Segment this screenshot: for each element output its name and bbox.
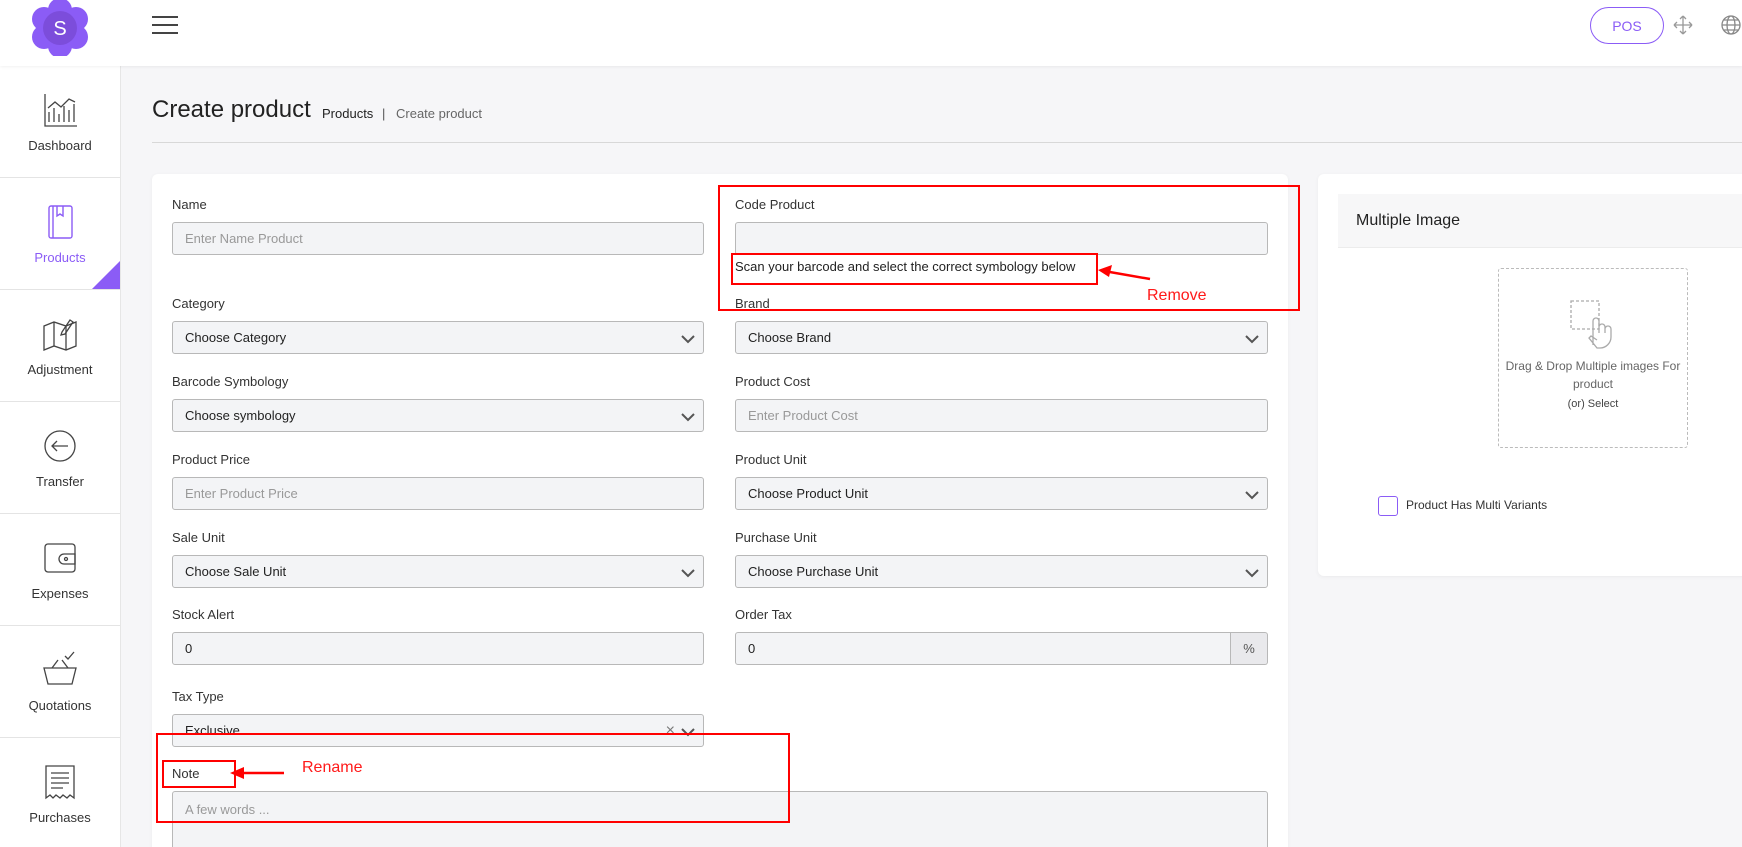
sidebar-item-label: Transfer (36, 474, 84, 489)
sidebar-item-label: Expenses (31, 586, 89, 601)
language-globe-icon[interactable] (1720, 14, 1742, 36)
sidebar-item-label: Quotations (28, 698, 92, 713)
multiple-image-title: Multiple Image (1338, 194, 1742, 248)
brand-logo[interactable]: S (32, 0, 88, 56)
product-unit-value: Choose Product Unit (748, 486, 868, 501)
purchase-unit-value: Choose Purchase Unit (748, 564, 879, 579)
image-dropzone[interactable]: Drag & Drop Multiple images For product … (1498, 268, 1688, 448)
multi-variants-label: Product Has Multi Variants (1406, 498, 1548, 512)
sidebar-item-label: Products (34, 250, 86, 265)
logo-letter: S (53, 18, 66, 40)
category-label: Category (172, 296, 225, 311)
brand-select-value: Choose Brand (748, 330, 832, 345)
note-label-annotation-box (162, 760, 236, 788)
menu-toggle-icon[interactable] (152, 16, 178, 36)
sidebar-item-dashboard[interactable]: Dashboard (0, 66, 120, 178)
purchase-unit-label: Purchase Unit (735, 530, 817, 545)
pos-button[interactable]: POS (1590, 7, 1664, 44)
stock-alert-label: Stock Alert (172, 607, 235, 622)
remove-arrow-icon (1098, 265, 1151, 281)
name-label: Name (172, 197, 207, 212)
multiple-image-card: Multiple Image Drag & Drop Multiple imag… (1318, 174, 1742, 576)
map-edit-icon (43, 319, 77, 351)
product-price-input[interactable]: Enter Product Price (172, 477, 704, 510)
remove-annotation-label: Remove (1147, 287, 1207, 304)
arrow-left-circle-icon (44, 430, 76, 462)
rename-annotation-label: Rename (302, 759, 363, 776)
sidebar-item-quotations[interactable]: Quotations (0, 626, 120, 738)
basket-icon (43, 651, 77, 685)
header-divider (152, 142, 1742, 143)
sidebar-item-products[interactable]: Products (0, 178, 120, 290)
product-unit-label: Product Unit (735, 452, 807, 467)
dropzone-text: Drag & Drop Multiple images For product (1505, 359, 1681, 391)
chevron-down-icon (1245, 335, 1259, 344)
category-select[interactable]: Choose Category (172, 321, 704, 354)
brand-select[interactable]: Choose Brand (735, 321, 1268, 354)
product-price-label: Product Price (172, 452, 251, 467)
rename-arrow-icon (230, 767, 284, 779)
chevron-down-icon (1245, 491, 1259, 500)
multi-variants-checkbox[interactable] (1378, 496, 1398, 516)
product-unit-select[interactable]: Choose Product Unit (735, 477, 1268, 510)
chevron-down-icon (681, 335, 695, 344)
breadcrumb-current: Create product (396, 106, 482, 121)
sale-unit-select[interactable]: Choose Sale Unit (172, 555, 704, 588)
active-indicator (92, 261, 120, 289)
percent-addon: % (1231, 632, 1268, 665)
fullscreen-icon[interactable] (1672, 14, 1694, 36)
chevron-down-icon (681, 569, 695, 578)
stock-alert-input[interactable]: 0 (172, 632, 704, 665)
top-bar: S POS (0, 0, 1742, 66)
name-input[interactable]: Enter Name Product (172, 222, 704, 255)
category-select-value: Choose Category (185, 330, 287, 345)
chart-icon (44, 94, 77, 127)
sidebar-item-adjustment[interactable]: Adjustment (0, 290, 120, 402)
chevron-down-icon (681, 413, 695, 422)
page-title: Create product (152, 96, 311, 123)
remove-annotation-box (718, 185, 1300, 311)
sidebar-item-purchases[interactable]: Purchases (0, 738, 120, 847)
barcode-symbology-select[interactable]: Choose symbology (172, 399, 704, 432)
product-cost-label: Product Cost (735, 374, 811, 389)
sidebar-item-transfer[interactable]: Transfer (0, 402, 120, 514)
sidebar: Dashboard Products Adjustment Transfer E… (0, 66, 121, 847)
sale-unit-value: Choose Sale Unit (185, 564, 287, 579)
book-icon (48, 205, 73, 239)
tax-type-label: Tax Type (172, 689, 224, 704)
barcode-symbology-value: Choose symbology (185, 408, 296, 423)
sidebar-item-label: Adjustment (27, 362, 93, 377)
order-tax-label: Order Tax (735, 607, 792, 622)
receipt-icon (45, 765, 75, 800)
wallet-icon (44, 543, 76, 573)
order-tax-input[interactable]: 0 (735, 632, 1231, 665)
purchase-unit-select[interactable]: Choose Purchase Unit (735, 555, 1268, 588)
barcode-symbology-label: Barcode Symbology (172, 374, 289, 389)
breadcrumb-parent-link[interactable]: Products (322, 106, 373, 121)
sidebar-item-label: Purchases (29, 810, 91, 825)
breadcrumb-separator: | (382, 106, 386, 121)
sidebar-item-label: Dashboard (28, 138, 92, 153)
dropzone-select-link[interactable]: (or) Select (1568, 398, 1619, 410)
chevron-down-icon (1245, 569, 1259, 578)
sidebar-item-expenses[interactable]: Expenses (0, 514, 120, 626)
help-text-annotation-box (731, 253, 1098, 285)
sale-unit-label: Sale Unit (172, 530, 225, 545)
drag-drop-hand-icon (1570, 300, 1612, 349)
product-cost-input[interactable]: Enter Product Cost (735, 399, 1268, 432)
